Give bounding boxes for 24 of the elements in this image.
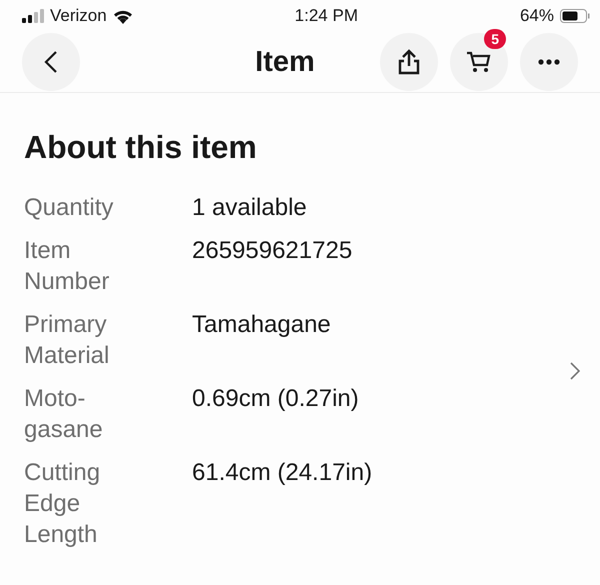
- spec-value: 61.4cm (24.17in): [192, 458, 372, 488]
- spec-value: 265959621725: [192, 236, 352, 266]
- spec-label: Quantity: [24, 193, 114, 223]
- cart-count-badge: 5: [484, 29, 506, 49]
- chevron-right-icon[interactable]: [570, 362, 580, 380]
- spec-value: 1 available: [192, 193, 307, 223]
- spec-label: Moto-gasane: [24, 384, 104, 445]
- share-icon: [398, 49, 420, 75]
- spec-label: Item Number: [24, 236, 110, 297]
- section-title: About this item: [24, 129, 258, 166]
- signal-icon: [22, 9, 44, 23]
- spec-label: Primary Material: [24, 310, 110, 371]
- battery-percentage: 64%: [520, 6, 554, 26]
- chevron-left-icon: [44, 50, 58, 74]
- spec-value: 0.69cm (0.27in): [192, 384, 359, 414]
- battery-icon: [560, 9, 590, 23]
- spec-value: Tamahagane: [192, 310, 331, 340]
- page-title: Item: [254, 46, 316, 78]
- wifi-icon: [112, 8, 133, 24]
- spec-label: Cutting Edge Length: [24, 458, 102, 550]
- more-icon: [538, 59, 560, 65]
- carrier-name: Verizon: [50, 6, 107, 26]
- cart-icon: [466, 50, 492, 74]
- clock-time: 1:24 PM: [294, 6, 358, 26]
